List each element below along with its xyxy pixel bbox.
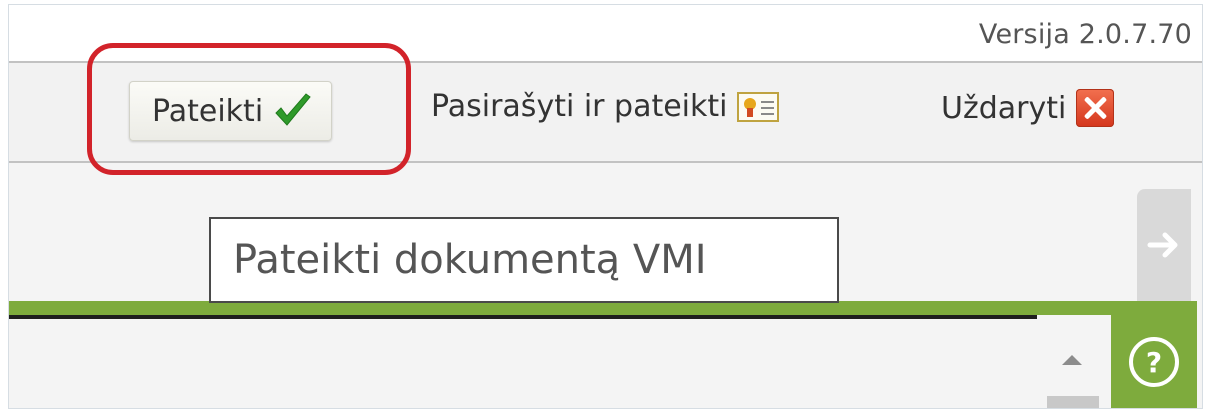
accent-bar (9, 301, 1197, 315)
arrow-right-icon (1147, 232, 1178, 258)
content-area (9, 319, 1037, 408)
tooltip-text: Pateikti dokumentą VMI (233, 237, 707, 283)
close-icon (1076, 89, 1115, 127)
side-panel-toggle[interactable] (1137, 189, 1191, 305)
help-icon[interactable]: ? (1129, 337, 1179, 387)
sign-and-submit-button[interactable]: Pasirašyti ir pateikti (431, 89, 780, 124)
close-button[interactable]: Uždaryti (941, 89, 1115, 127)
toolbar: Pateikti Pasirašyti ir pateikti Uždaryti (9, 61, 1202, 163)
version-label: Versija 2.0.7.70 (978, 19, 1192, 50)
close-button-label: Uždaryti (941, 90, 1067, 126)
sign-and-submit-label: Pasirašyti ir pateikti (431, 89, 728, 124)
submit-button[interactable]: Pateikti (129, 81, 333, 141)
help-panel: ? (1111, 315, 1197, 408)
help-icon-glyph: ? (1145, 345, 1163, 379)
app-window: Versija 2.0.7.70 Pateikti Pasirašyti ir … (8, 4, 1203, 409)
scroll-up-arrow[interactable] (1047, 321, 1099, 381)
scrollbar-thumb[interactable] (1047, 396, 1099, 408)
tooltip: Pateikti dokumentą VMI (209, 217, 839, 303)
version-bar: Versija 2.0.7.70 (9, 5, 1202, 61)
check-icon (275, 93, 311, 126)
certificate-icon (737, 91, 780, 122)
submit-button-label: Pateikti (152, 93, 264, 129)
